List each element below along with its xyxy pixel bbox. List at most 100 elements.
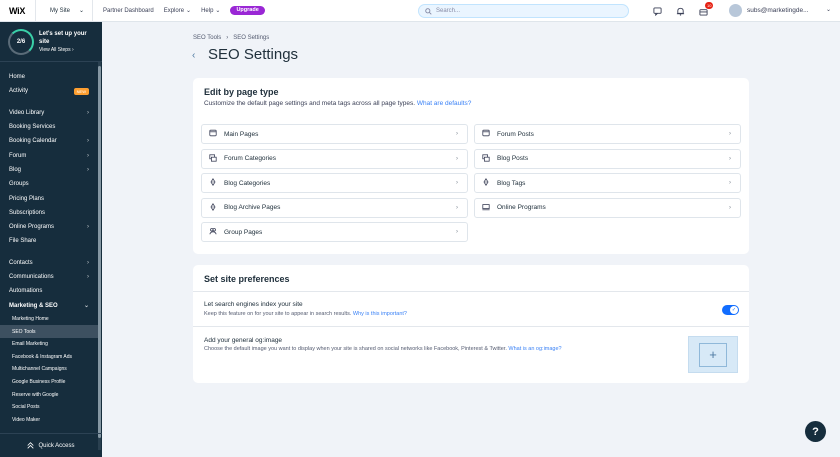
sidebar-subitem-google-business-profile[interactable]: Google Business Profile bbox=[0, 376, 98, 389]
sidebar-subitem-multichannel-campaigns[interactable]: Multichannel Campaigns bbox=[0, 363, 98, 376]
sidebar-item-communications[interactable]: Communications › bbox=[0, 270, 98, 284]
sidebar-item-label: Subscriptions bbox=[9, 209, 46, 216]
sidebar-subitem-video-maker[interactable]: Video Maker bbox=[0, 414, 98, 427]
topbar-divider bbox=[92, 0, 93, 22]
og-image-description: Choose the default image you want to dis… bbox=[204, 346, 562, 352]
page-type-tile-forum-categories[interactable]: Forum Categories › bbox=[201, 148, 468, 169]
sidebar-subitem-social-posts[interactable]: Social Posts bbox=[0, 401, 98, 414]
sidebar-item-label: Activity bbox=[9, 88, 29, 95]
chevron-down-icon[interactable]: ⌄ bbox=[826, 6, 831, 13]
site-preferences-card: Set site preferences Let search engines … bbox=[193, 265, 749, 383]
tile-label: Blog Categories bbox=[224, 179, 271, 187]
page-title: SEO Settings bbox=[208, 46, 299, 63]
programs-icon bbox=[481, 203, 491, 213]
sidebar-subitem-email-marketing[interactable]: Email Marketing bbox=[0, 338, 98, 351]
blog-icon bbox=[481, 153, 491, 164]
index-site-label: Let search engines index your site bbox=[204, 301, 303, 308]
tile-label: Forum Categories bbox=[224, 155, 277, 163]
sidebar-nav: Home Activity NEW Video Library › Booking Ser… bbox=[0, 70, 98, 426]
what-is-og-image-link[interactable]: What is an og:image? bbox=[508, 346, 561, 352]
sidebar-subitem-facebook-instagram-ads[interactable]: Facebook & Instagram Ads bbox=[0, 351, 98, 364]
search-input[interactable]: Search... bbox=[418, 4, 629, 18]
quick-access-icon bbox=[27, 442, 35, 449]
sidebar-item-blog[interactable]: Blog › bbox=[0, 163, 98, 177]
nav-gap bbox=[0, 99, 98, 106]
sidebar-item-automations[interactable]: Automations bbox=[0, 284, 98, 298]
avatar[interactable] bbox=[729, 4, 742, 17]
sidebar-subitem-marketing-home[interactable]: Marketing Home bbox=[0, 313, 98, 326]
new-badge: NEW bbox=[73, 87, 89, 95]
chevron-down-icon: ⌄ bbox=[78, 8, 84, 14]
sidebar-item-video-library[interactable]: Video Library › bbox=[0, 106, 98, 120]
chevron-right-icon: › bbox=[87, 259, 89, 266]
blog-pen-icon bbox=[208, 178, 218, 188]
bell-icon[interactable] bbox=[674, 5, 686, 17]
sidebar-scrollbar[interactable] bbox=[98, 66, 101, 438]
sidebar-item-booking-calendar[interactable]: Booking Calendar › bbox=[0, 134, 98, 148]
setup-progress-widget[interactable]: 2/6 Let's set up your site View All Step… bbox=[0, 22, 102, 62]
upgrade-button[interactable]: Upgrade bbox=[230, 6, 265, 15]
chevron-down-icon: ⌄ bbox=[186, 8, 192, 14]
tile-label: Group Pages bbox=[224, 228, 263, 236]
tile-label: Forum Posts bbox=[497, 130, 534, 138]
og-image-upload[interactable]: + bbox=[688, 336, 738, 373]
sidebar-item-online-programs[interactable]: Online Programs › bbox=[0, 220, 98, 234]
sidebar-subitem-reserve-with-google[interactable]: Reserve with Google bbox=[0, 388, 98, 401]
sidebar-item-pricing-plans[interactable]: Pricing Plans bbox=[0, 191, 98, 205]
sidebar-subitem-seo-tools[interactable]: SEO Tools bbox=[0, 325, 98, 338]
help-button[interactable]: ? bbox=[805, 421, 826, 442]
tile-label: Main Pages bbox=[224, 130, 259, 138]
page-type-tile-blog-categories[interactable]: Blog Categories › bbox=[201, 173, 468, 194]
breadcrumb-seo-tools[interactable]: SEO Tools bbox=[193, 35, 221, 41]
sidebar-item-marketing-seo[interactable]: Marketing & SEO ⌄ bbox=[0, 298, 98, 312]
chevron-right-icon: › bbox=[87, 109, 89, 116]
chevron-right-icon: › bbox=[456, 180, 458, 187]
sidebar-item-groups[interactable]: Groups bbox=[0, 177, 98, 191]
blog-pen-icon bbox=[208, 202, 218, 213]
quick-access-button[interactable]: Quick Access bbox=[0, 433, 102, 457]
chat-icon[interactable] bbox=[651, 5, 663, 17]
sidebar-item-booking-services[interactable]: Booking Services bbox=[0, 120, 98, 134]
chevron-right-icon: › bbox=[87, 152, 89, 159]
sidebar: 2/6 Let's set up your site View All Step… bbox=[0, 22, 102, 457]
tile-label: Blog Posts bbox=[497, 155, 529, 163]
view-all-steps-link[interactable]: View All Steps › bbox=[39, 46, 94, 54]
why-important-link[interactable]: Why is this important? bbox=[353, 311, 407, 317]
site-selector[interactable]: My Site ⌄ bbox=[42, 7, 92, 15]
breadcrumb-current: SEO Settings bbox=[233, 35, 270, 41]
sidebar-item-file-share[interactable]: File Share bbox=[0, 234, 98, 248]
explore-menu[interactable]: Explore ⌄ bbox=[164, 7, 192, 15]
what-are-defaults-link[interactable]: What are defaults? bbox=[417, 100, 472, 107]
user-email[interactable]: subs@marketingde... bbox=[747, 7, 809, 14]
page-type-tile-group-pages[interactable]: Group Pages › bbox=[201, 222, 468, 243]
chevron-right-icon: › bbox=[729, 131, 731, 137]
sidebar-item-label: Contacts bbox=[9, 259, 33, 266]
sidebar-item-label: Blog bbox=[9, 166, 22, 173]
partner-dashboard-link[interactable]: Partner Dashboard bbox=[103, 8, 154, 14]
sidebar-item-contacts[interactable]: Contacts › bbox=[0, 256, 98, 270]
sidebar-item-subscriptions[interactable]: Subscriptions bbox=[0, 206, 98, 220]
sidebar-item-forum[interactable]: Forum › bbox=[0, 148, 98, 162]
chevron-right-icon: › bbox=[729, 204, 731, 211]
help-menu[interactable]: Help ⌄ bbox=[201, 7, 220, 15]
forum-icon bbox=[208, 153, 218, 164]
page-type-tile-main-pages[interactable]: Main Pages › bbox=[201, 124, 468, 144]
sidebar-item-activity[interactable]: Activity NEW bbox=[0, 84, 98, 98]
card-subtitle: Customize the default page settings and … bbox=[204, 100, 472, 107]
wix-logo[interactable]: WiX bbox=[9, 6, 35, 16]
blog-pen-icon bbox=[481, 178, 491, 188]
page-type-tile-online-programs[interactable]: Online Programs › bbox=[474, 197, 741, 218]
card-title: Edit by page type bbox=[204, 87, 279, 97]
page-type-tile-forum-posts[interactable]: Forum Posts › bbox=[474, 124, 741, 144]
page-type-tile-blog-posts[interactable]: Blog Posts › bbox=[474, 148, 741, 169]
sidebar-item-label: File Share bbox=[9, 238, 37, 245]
sidebar-item-home[interactable]: Home bbox=[0, 70, 98, 84]
breadcrumb: SEO Tools › SEO Settings bbox=[193, 35, 269, 41]
chevron-down-icon: ⌄ bbox=[83, 303, 89, 310]
index-site-toggle[interactable]: ✓ bbox=[722, 305, 739, 315]
page-icon bbox=[208, 129, 218, 139]
page-type-tile-blog-archive-pages[interactable]: Blog Archive Pages › bbox=[201, 197, 468, 218]
groups-icon bbox=[208, 227, 218, 237]
back-chevron-icon[interactable]: ‹ bbox=[192, 50, 195, 61]
page-type-tile-blog-tags[interactable]: Blog Tags › bbox=[474, 173, 741, 194]
